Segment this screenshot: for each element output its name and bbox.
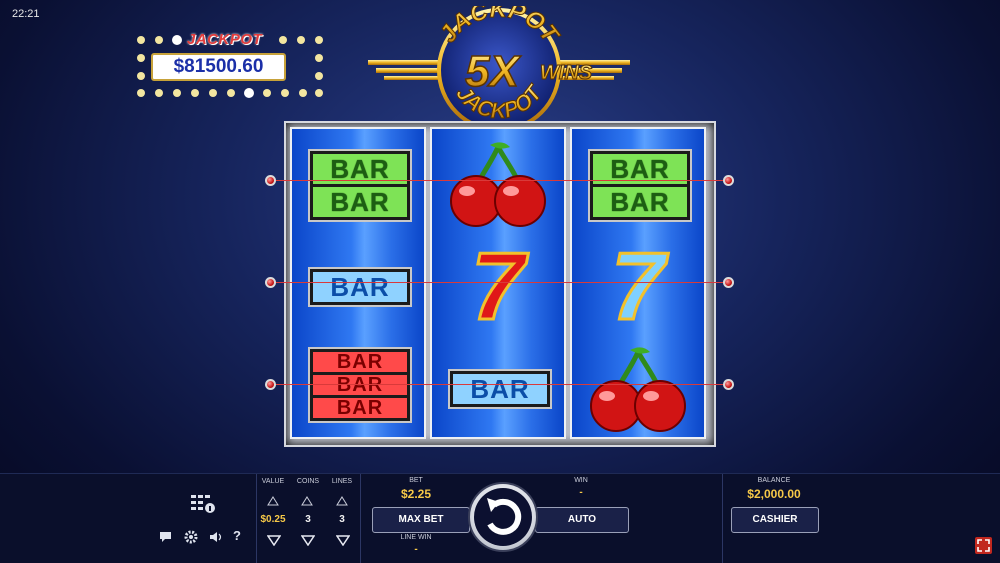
jackpot-board: JACKPOT $81500.60 <box>133 28 326 100</box>
jackpot-title: JACKPOT <box>187 31 263 48</box>
payline-marker-right-1 <box>723 175 734 186</box>
line-win-amount: - <box>414 544 418 555</box>
reel-1: BAR BAR BAR BAR BAR BAR <box>290 127 426 439</box>
divider <box>722 474 723 563</box>
fullscreen-icon[interactable] <box>975 537 992 554</box>
coins-down-icon[interactable] <box>301 534 315 546</box>
help-icon[interactable]: ? <box>233 528 241 543</box>
balance-label: BALANCE <box>757 477 791 484</box>
divider <box>360 474 361 563</box>
payline-marker-left-3 <box>265 379 276 390</box>
cherry-symbol <box>590 347 686 432</box>
win-amount: - <box>579 487 583 498</box>
line-win-label: LINE WIN <box>400 534 432 541</box>
chat-icon[interactable] <box>159 531 172 546</box>
lines-down-icon[interactable] <box>336 534 350 546</box>
balance-amount: $2,000.00 <box>747 487 801 501</box>
red-seven-symbol: 7 <box>432 237 564 336</box>
payline-1 <box>271 180 729 181</box>
value-up-icon[interactable] <box>267 496 279 506</box>
value-down-icon[interactable] <box>267 534 281 546</box>
coins-up-icon[interactable] <box>301 496 313 506</box>
bar-text: BAR <box>313 398 407 418</box>
status-time: 22:21 <box>12 8 40 20</box>
seven-text: 7 <box>610 233 666 340</box>
payline-2 <box>271 282 729 283</box>
logo-center-text: 5X <box>465 47 521 96</box>
lines-label: LINES <box>331 478 353 485</box>
bet-amount: $2.25 <box>400 487 432 501</box>
payline-marker-left-2 <box>265 277 276 288</box>
bar-text: BAR <box>313 352 407 372</box>
win-label: WIN <box>574 477 588 484</box>
payline-marker-right-3 <box>723 379 734 390</box>
spin-button[interactable] <box>468 482 538 552</box>
settings-icon[interactable] <box>184 530 198 547</box>
single-bar-symbol: BAR <box>448 369 552 409</box>
reel-2: 7 BAR <box>430 127 566 439</box>
blue-seven-symbol: 7 <box>572 237 704 336</box>
logo-right-text: WINS <box>540 62 593 84</box>
bet-label: BET <box>409 477 423 484</box>
bar-text: BAR <box>453 374 547 404</box>
coins-label: COINS <box>296 478 320 485</box>
bar-text: BAR <box>313 187 407 217</box>
triple-bar-symbol: BAR BAR BAR <box>308 347 412 423</box>
divider <box>256 474 257 563</box>
lines-up-icon[interactable] <box>336 496 348 506</box>
bar-text: BAR <box>313 272 407 302</box>
single-bar-symbol: BAR <box>308 267 412 307</box>
spin-icon <box>474 488 532 546</box>
cashier-button[interactable]: CASHIER <box>731 507 819 533</box>
auto-button[interactable]: AUTO <box>535 507 629 533</box>
cherry-symbol <box>450 142 546 227</box>
double-bar-symbol: BAR BAR <box>588 149 692 222</box>
payline-marker-right-2 <box>723 277 734 288</box>
max-bet-button[interactable]: MAX BET <box>372 507 470 533</box>
bar-text: BAR <box>313 375 407 395</box>
double-bar-symbol: BAR BAR <box>308 149 412 222</box>
seven-text: 7 <box>470 233 526 340</box>
reel-window: BAR BAR BAR BAR BAR BAR 7 BAR BAR BAR 7 <box>284 121 716 447</box>
reel-3: BAR BAR 7 <box>570 127 706 439</box>
value-label: VALUE <box>261 478 285 485</box>
lines-amount: 3 <box>339 514 345 525</box>
value-amount: $0.25 <box>260 514 286 525</box>
payline-marker-left-1 <box>265 175 276 186</box>
jackpot-amount: $81500.60 <box>151 53 286 81</box>
bar-text: BAR <box>593 187 687 217</box>
game-logo: JACKPOT JACKPOT 5X WINS <box>368 6 630 132</box>
payline-3 <box>271 384 729 385</box>
coins-amount: 3 <box>305 514 311 525</box>
paytable-icon[interactable] <box>191 493 215 515</box>
sound-icon[interactable] <box>209 531 223 546</box>
